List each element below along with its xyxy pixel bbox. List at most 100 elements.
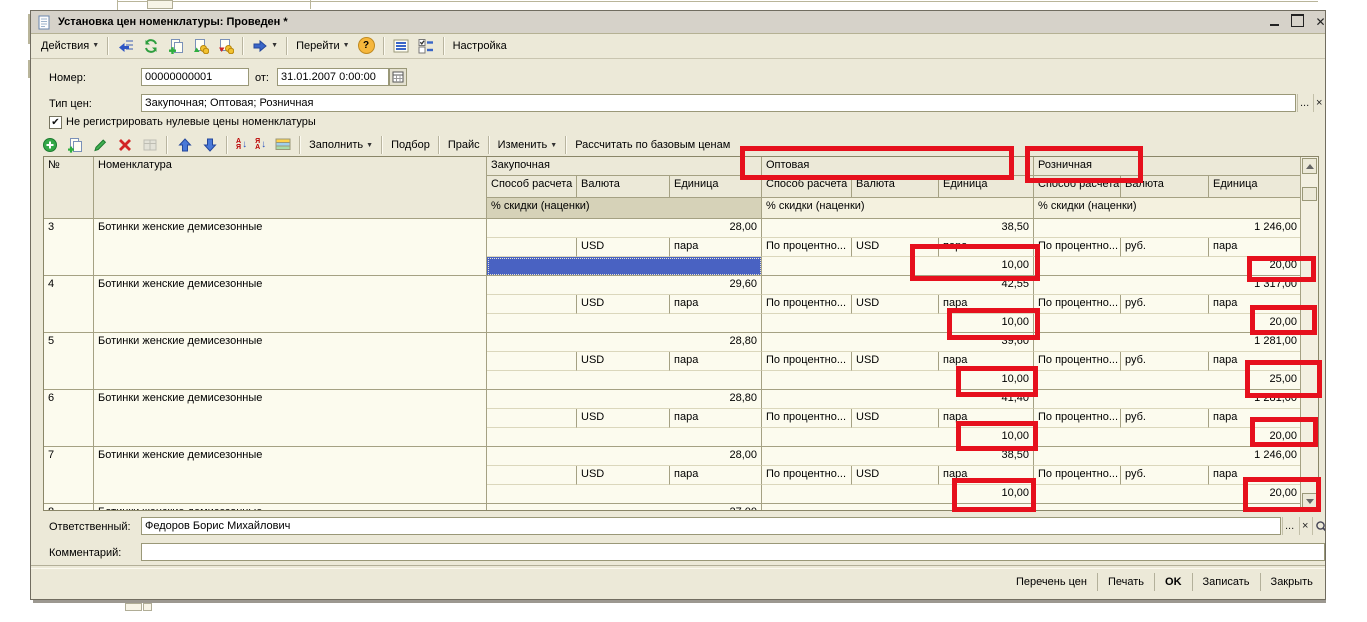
cell-retail-unit[interactable]: пара [1209,238,1302,257]
cell-purchase-method[interactable] [487,238,577,257]
structure-icon[interactable] [389,37,414,54]
move-up-icon[interactable] [172,137,197,154]
fill-button[interactable]: Заполнить▼ [305,135,377,156]
cell-wholesale-method[interactable]: По процентно... [762,352,852,371]
cell-purchase-price[interactable]: 28,00 [487,219,762,238]
cell-retail-price[interactable]: 1 246,00 [1034,219,1302,238]
cell-row-number[interactable]: 7 [44,447,94,504]
cell-wholesale-currency[interactable]: USD [852,352,939,371]
cell-wholesale-currency[interactable]: USD [852,409,939,428]
cell-row-number[interactable]: 4 [44,276,94,333]
clear-responsible-button[interactable]: × [1299,517,1310,535]
price-list-button[interactable]: Перечень цен [1006,573,1097,591]
write-document-icon[interactable] [113,37,138,54]
open-responsible-button[interactable] [1312,517,1326,535]
cell-purchase-unit[interactable]: пара [670,409,762,428]
cell-wholesale-price[interactable]: 38,50 [762,219,1034,238]
sort-desc-icon[interactable]: ЯА↓ [251,135,270,156]
save-button[interactable]: Записать [1192,573,1260,591]
cell-retail-method[interactable]: По процентно... [1034,352,1121,371]
cell-purchase-price[interactable]: 27,00 [487,504,762,511]
choose-responsible-button[interactable]: ... [1282,517,1296,535]
cell-purchase-price[interactable]: 29,60 [487,276,762,295]
cell-row-number[interactable]: 5 [44,333,94,390]
cell-retail-method[interactable]: По процентно... [1034,466,1121,485]
cell-retail-currency[interactable]: руб. [1121,238,1209,257]
clear-button[interactable]: × [1313,94,1324,112]
list-settings-icon[interactable] [270,137,295,154]
cell-wholesale-method[interactable]: По процентно... [762,466,852,485]
cell-purchase-unit[interactable]: пара [670,238,762,257]
cell-purchase-method[interactable] [487,409,577,428]
cell-purchase-currency[interactable]: USD [577,409,670,428]
cell-item-name[interactable]: Ботинки женские демисезонные [94,333,487,390]
choose-button[interactable]: ... [1297,94,1311,112]
cell-purchase-currency[interactable]: USD [577,352,670,371]
unpost-document-icon[interactable] [213,37,238,54]
cell-purchase-pct[interactable] [487,428,762,447]
cell-retail-method[interactable]: По процентно... [1034,238,1121,257]
cell-item-name[interactable]: Ботинки женские демисезонные [94,390,487,447]
cell-purchase-unit[interactable]: пара [670,466,762,485]
cell-purchase-pct[interactable] [487,485,762,504]
cell-purchase-method[interactable] [487,295,577,314]
pick-button[interactable]: Подбор [387,135,434,156]
responsible-field[interactable]: Федоров Борис Михайлович [141,517,1281,535]
cell-purchase-price[interactable]: 28,00 [487,447,762,466]
price-table[interactable]: №НоменклатураЗакупочнаяСпособ расчетаВал… [43,156,1319,511]
scroll-up-button[interactable] [1302,158,1317,174]
cell-retail-currency[interactable]: руб. [1121,409,1209,428]
cell-retail-currency[interactable]: руб. [1121,466,1209,485]
date-field[interactable]: 31.01.2007 0:00:00 [277,68,389,86]
cell-retail-currency[interactable]: руб. [1121,295,1209,314]
move-down-icon[interactable] [197,137,222,154]
delete-row-icon[interactable] [112,137,137,154]
scroll-marker-button[interactable] [1302,187,1317,201]
cell-retail-price[interactable]: 1 246,00 [1034,447,1302,466]
actions-button[interactable]: Действия▼ [37,35,103,56]
change-button[interactable]: Изменить▼ [494,135,562,156]
close-window-button[interactable]: Закрыть [1260,573,1323,591]
cell-row-number[interactable]: 8 [44,504,94,511]
cell-item-name[interactable]: Ботинки женские демисезонные [94,276,487,333]
comment-field[interactable] [141,543,1325,561]
cell-wholesale-method[interactable]: По процентно... [762,295,852,314]
cell-purchase-method[interactable] [487,466,577,485]
title-bar[interactable]: Установка цен номенклатуры: Проведен * ✕ [31,11,1325,34]
minimize-button[interactable] [1266,13,1283,29]
cell-purchase-unit[interactable]: пара [670,295,762,314]
cell-retail-price[interactable]: 1 281,00 [1034,333,1302,352]
zero-prices-checkbox[interactable]: ✔ [49,116,62,129]
print-button[interactable]: Печать [1097,573,1154,591]
sort-asc-icon[interactable]: АЯ↓ [232,135,251,156]
edit-row-icon[interactable] [87,137,112,154]
cell-purchase-unit[interactable]: пара [670,352,762,371]
help-button[interactable]: ? [354,35,379,56]
cell-purchase-pct[interactable] [487,371,762,390]
number-field[interactable]: 00000000001 [141,68,249,86]
output-forms-button[interactable]: ▼ [248,35,282,56]
cell-purchase-price[interactable]: 28,80 [487,390,762,409]
post-document-icon[interactable] [188,37,213,54]
cell-retail-method[interactable]: По процентно... [1034,409,1121,428]
maximize-button[interactable] [1289,13,1306,29]
cell-row-number[interactable]: 6 [44,390,94,447]
cell-wholesale-currency[interactable]: USD [852,295,939,314]
cell-retail-method[interactable]: По процентно... [1034,295,1121,314]
cell-retail-currency[interactable]: руб. [1121,352,1209,371]
calendar-button[interactable] [389,68,407,86]
cell-item-name[interactable]: Ботинки женские демисезонные [94,504,487,511]
cell-purchase-pct[interactable] [487,257,762,276]
price-button[interactable]: Прайс [444,135,484,156]
cell-purchase-currency[interactable]: USD [577,295,670,314]
cell-item-name[interactable]: Ботинки женские демисезонные [94,219,487,276]
settings-button[interactable]: Настройка [449,35,511,56]
price-type-field[interactable]: Закупочная; Оптовая; Розничная [141,94,1296,112]
close-button[interactable]: ✕ [1312,13,1326,29]
filter-settings-icon[interactable] [414,37,439,54]
cell-wholesale-method[interactable]: По процентно... [762,409,852,428]
refresh-icon[interactable] [138,37,163,54]
cell-purchase-currency[interactable]: USD [577,238,670,257]
calc-base-prices-button[interactable]: Рассчитать по базовым ценам [571,135,734,156]
cell-purchase-price[interactable]: 28,80 [487,333,762,352]
